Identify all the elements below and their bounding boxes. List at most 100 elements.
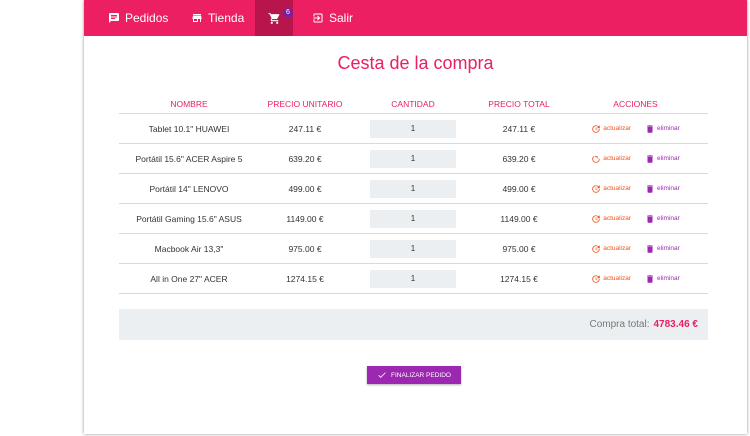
quantity-cell: [351, 143, 475, 174]
update-label: actualizar: [603, 125, 632, 132]
quantity-input[interactable]: [370, 239, 456, 258]
quantity-cell: [351, 263, 475, 294]
nav-tienda-label: Tienda: [208, 11, 245, 25]
actions-cell: actualizar eliminar: [563, 233, 708, 264]
cart-table: NOMBRE PRECIO UNITARIO CANTIDAD PRECIO T…: [119, 94, 708, 294]
actions-cell: actualizar eliminar: [563, 143, 708, 174]
nav-salir-label: Salir: [329, 11, 354, 25]
delete-button[interactable]: eliminar: [645, 124, 680, 134]
trash-icon: [647, 244, 653, 253]
refresh-clock-icon: [592, 124, 600, 133]
quantity-input[interactable]: [370, 209, 456, 228]
cart-count-badge: 6: [283, 8, 293, 18]
delete-button[interactable]: eliminar: [645, 184, 680, 194]
orders-icon: [109, 13, 119, 23]
cart-icon: [268, 12, 279, 24]
page-title: Cesta de la compra: [337, 53, 494, 73]
update-button[interactable]: actualizar: [591, 154, 631, 164]
table-row: Portátil 15.6" ACER Aspire 5 639.20 € 63…: [119, 143, 708, 174]
header-acciones: ACCIONES: [563, 94, 708, 114]
quantity-input[interactable]: [370, 269, 456, 288]
total-price: 499.00 €: [475, 173, 563, 204]
header-precio-unitario: PRECIO UNITARIO: [259, 94, 351, 114]
product-name: All in One 27" ACER: [119, 263, 259, 294]
nav-tienda[interactable]: Tienda: [191, 0, 244, 36]
delete-label: eliminar: [657, 275, 680, 282]
quantity-input[interactable]: [370, 119, 456, 138]
quantity-cell: [351, 203, 475, 234]
refresh-clock-icon: [592, 244, 600, 253]
delete-button[interactable]: eliminar: [645, 244, 680, 254]
delete-label: eliminar: [657, 185, 680, 192]
update-button[interactable]: actualizar: [591, 214, 631, 224]
refresh-clock-icon: [592, 274, 600, 283]
header-cantidad: CANTIDAD: [351, 94, 475, 114]
table-header-row: NOMBRE PRECIO UNITARIO CANTIDAD PRECIO T…: [119, 94, 708, 114]
unit-price: 975.00 €: [259, 233, 351, 264]
table-row: All in One 27" ACER 1274.15 € 1274.15 € …: [119, 263, 708, 294]
product-name: Portátil 15.6" ACER Aspire 5: [119, 143, 259, 174]
total-amount: 4783.46 €: [653, 319, 699, 330]
trash-icon: [647, 154, 653, 163]
actions-cell: actualizar eliminar: [563, 173, 708, 204]
total-price: 639.20 €: [475, 143, 563, 174]
actions-cell: actualizar eliminar: [563, 113, 708, 144]
update-button[interactable]: actualizar: [591, 244, 631, 254]
delete-button[interactable]: eliminar: [645, 274, 680, 284]
update-button[interactable]: actualizar: [591, 274, 631, 284]
delete-button[interactable]: eliminar: [645, 154, 680, 164]
store-icon: [192, 14, 202, 22]
delete-label: eliminar: [657, 245, 680, 252]
nav-cart[interactable]: 6: [255, 0, 293, 36]
delete-button[interactable]: eliminar: [645, 214, 680, 224]
quantity-cell: [351, 113, 475, 144]
delete-label: eliminar: [657, 155, 680, 162]
order-total-bar: Compra total: 4783.46 €: [119, 309, 708, 340]
quantity-cell: [351, 173, 475, 204]
product-name: Tablet 10.1" HUAWEI: [119, 113, 259, 144]
nav-pedidos[interactable]: Pedidos: [108, 0, 168, 36]
quantity-input[interactable]: [370, 179, 456, 198]
table-row: Portátil Gaming 15.6" ASUS 1149.00 € 114…: [119, 203, 708, 234]
total-price: 975.00 €: [475, 233, 563, 264]
product-name: Portátil Gaming 15.6" ASUS: [119, 203, 259, 234]
update-label: actualizar: [603, 275, 632, 282]
app-window: Pedidos Tienda 6 Salir Cesta de la compr…: [84, 0, 747, 434]
product-name: Portátil 14" LENOVO: [119, 173, 259, 204]
quantity-input[interactable]: [370, 149, 456, 168]
top-navbar: Pedidos Tienda 6 Salir: [84, 0, 747, 36]
product-name: Macbook Air 13,3": [119, 233, 259, 264]
total-price: 1274.15 €: [475, 263, 563, 294]
delete-label: eliminar: [657, 125, 680, 132]
total-price: 1149.00 €: [475, 203, 563, 234]
refresh-clock-icon: [592, 155, 600, 163]
header-precio-total: PRECIO TOTAL: [475, 94, 563, 114]
update-button[interactable]: actualizar: [591, 124, 631, 134]
total-label: Compra total:: [589, 319, 650, 330]
refresh-clock-icon: [592, 214, 600, 223]
table-row: Portátil 14" LENOVO 499.00 € 499.00 € ac…: [119, 173, 708, 204]
nav-salir[interactable]: Salir: [312, 0, 353, 36]
trash-icon: [647, 214, 653, 223]
unit-price: 1149.00 €: [259, 203, 351, 234]
total-price: 247.11 €: [475, 113, 563, 144]
unit-price: 1274.15 €: [259, 263, 351, 294]
unit-price: 499.00 €: [259, 173, 351, 204]
update-label: actualizar: [603, 215, 632, 222]
check-icon: [378, 372, 386, 378]
unit-price: 247.11 €: [259, 113, 351, 144]
table-row: Macbook Air 13,3" 975.00 € 975.00 € actu…: [119, 233, 708, 264]
refresh-clock-icon: [592, 184, 600, 193]
delete-label: eliminar: [657, 215, 680, 222]
update-label: actualizar: [603, 185, 632, 192]
quantity-cell: [351, 233, 475, 264]
nav-pedidos-label: Pedidos: [125, 11, 169, 25]
finish-order-button[interactable]: FINALIZAR PEDIDO: [367, 366, 461, 384]
unit-price: 639.20 €: [259, 143, 351, 174]
update-label: actualizar: [603, 155, 632, 162]
trash-icon: [647, 274, 653, 283]
update-button[interactable]: actualizar: [591, 184, 631, 194]
trash-icon: [647, 184, 653, 193]
trash-icon: [647, 124, 653, 133]
actions-cell: actualizar eliminar: [563, 263, 708, 294]
